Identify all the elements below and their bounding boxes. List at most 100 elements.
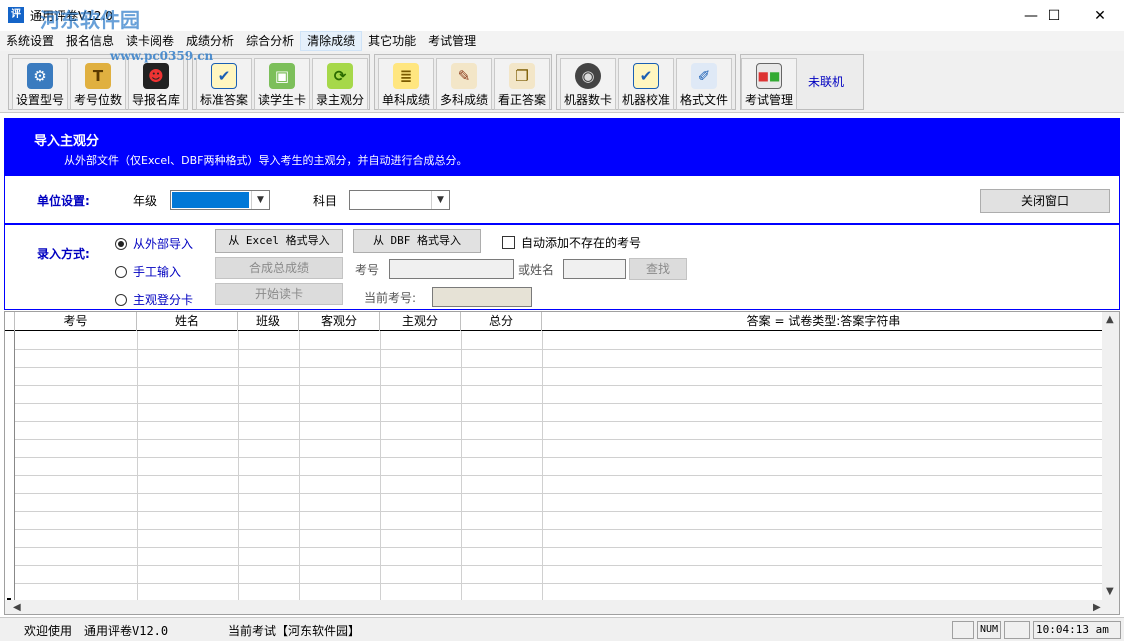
menu-system[interactable]: 系统设置 bbox=[0, 31, 60, 51]
radio-external-import[interactable]: 从外部导入 bbox=[115, 235, 193, 252]
column-divider bbox=[461, 331, 462, 601]
checkbox-icon: ✔ bbox=[633, 63, 659, 89]
machine-calibrate-button[interactable]: ✔ 机器校准 bbox=[618, 58, 674, 110]
toolbar-group-answers: ✔ 标准答案 ▣ 读学生卡 ⟳ 录主观分 bbox=[192, 54, 370, 110]
menu-clear-scores[interactable]: 清除成绩 bbox=[300, 31, 363, 51]
status-num-lock: NUM bbox=[977, 621, 1001, 639]
table-header: 考号 姓名 班级 客观分 主观分 总分 答案 = 试卷类型:答案字符串 bbox=[5, 312, 1105, 331]
close-button[interactable]: ✕ bbox=[1077, 0, 1123, 31]
standard-answer-button[interactable]: ✔ 标准答案 bbox=[196, 58, 252, 110]
exam-no-input[interactable] bbox=[389, 259, 514, 279]
import-dbf-button[interactable]: 从 DBF 格式导入 bbox=[353, 229, 481, 253]
table-row bbox=[15, 457, 1105, 458]
table-row bbox=[15, 565, 1105, 566]
machine-count-button[interactable]: ◉ 机器数卡 bbox=[560, 58, 616, 110]
menu-registration[interactable]: 报名信息 bbox=[60, 31, 120, 51]
import-registration-button[interactable]: ☻ 导报名库 bbox=[128, 58, 184, 110]
card-read-icon: ▣ bbox=[269, 63, 295, 89]
table-row bbox=[15, 349, 1105, 350]
menu-read-card[interactable]: 读卡阅卷 bbox=[120, 31, 180, 51]
start-read-card-button[interactable]: 开始读卡 bbox=[215, 283, 343, 305]
watermark: 河东软件园 bbox=[40, 8, 140, 32]
exam-no-label: 考号 bbox=[355, 263, 380, 277]
toolbar-group-scores: ≣ 单科成绩 ✎ 多科成绩 ❐ 看正答案 bbox=[374, 54, 552, 110]
scroll-down-icon[interactable]: ▼ bbox=[1106, 586, 1114, 597]
subject-label: 科目 bbox=[313, 194, 338, 208]
maximize-button[interactable]: ☐ bbox=[1031, 0, 1077, 31]
single-subject-button[interactable]: ≣ 单科成绩 bbox=[378, 58, 434, 110]
column-header[interactable]: 考号 bbox=[15, 312, 137, 331]
refresh-icon: ⟳ bbox=[327, 63, 353, 89]
current-exam-no-field bbox=[432, 287, 532, 307]
settings-scanner-icon: ⚙ bbox=[27, 63, 53, 89]
column-divider bbox=[542, 331, 543, 601]
grid-icon: ■ ■ bbox=[756, 63, 782, 89]
scroll-up-icon[interactable]: ▲ bbox=[1106, 314, 1114, 325]
name-input[interactable] bbox=[563, 259, 626, 279]
connection-status: 未联机 bbox=[808, 75, 845, 89]
chevron-down-icon: ▼ bbox=[251, 191, 269, 209]
menu-exam-management[interactable]: 考试管理 bbox=[422, 31, 482, 51]
current-exam-no-label: 当前考号: bbox=[364, 291, 417, 305]
column-header[interactable]: 班级 bbox=[238, 312, 299, 331]
column-header[interactable]: 总分 bbox=[461, 312, 542, 331]
status-clock: 10:04:13 am bbox=[1033, 621, 1121, 639]
app-icon: 评 bbox=[8, 7, 24, 23]
menu-other[interactable]: 其它功能 bbox=[362, 31, 422, 51]
radio-manual-input[interactable]: 手工输入 bbox=[115, 263, 181, 280]
table-row bbox=[15, 403, 1105, 404]
table-row bbox=[15, 385, 1105, 386]
column-header[interactable]: 客观分 bbox=[299, 312, 380, 331]
status-current-exam: 当前考试【河东软件园】 bbox=[228, 624, 361, 638]
pencil-icon: ✐ bbox=[691, 63, 717, 89]
exam-digits-button[interactable]: T 考号位数 bbox=[70, 58, 126, 110]
table-row bbox=[15, 367, 1105, 368]
table-row bbox=[15, 547, 1105, 548]
auto-add-checkbox[interactable]: 自动添加不存在的考号 bbox=[502, 234, 641, 251]
checkbox-box bbox=[502, 236, 515, 249]
toolbar-group-exam: ■ ■ 考试管理 bbox=[740, 54, 864, 110]
column-header[interactable]: 姓名 bbox=[137, 312, 238, 331]
reel-icon: ◉ bbox=[575, 63, 601, 89]
import-excel-button[interactable]: 从 Excel 格式导入 bbox=[215, 229, 343, 253]
close-window-button[interactable]: 关闭窗口 bbox=[980, 189, 1110, 213]
multi-subject-button[interactable]: ✎ 多科成绩 bbox=[436, 58, 492, 110]
scroll-right-icon[interactable]: ▶ bbox=[1093, 602, 1101, 613]
enter-subjective-button[interactable]: ⟳ 录主观分 bbox=[312, 58, 368, 110]
format-file-button[interactable]: ✐ 格式文件 bbox=[676, 58, 732, 110]
column-divider bbox=[299, 331, 300, 601]
unit-settings-panel: 单位设置: 年级 ▼ 科目 ▼ 关闭窗口 bbox=[4, 176, 1120, 224]
subject-select[interactable]: ▼ bbox=[349, 190, 450, 210]
radio-subjective-card[interactable]: 主观登分卡 bbox=[115, 291, 193, 308]
column-header[interactable]: 答案 = 试卷类型:答案字符串 bbox=[542, 312, 1105, 331]
column-header[interactable]: 主观分 bbox=[380, 312, 461, 331]
find-button[interactable]: 查找 bbox=[629, 258, 687, 280]
exam-management-button[interactable]: ■ ■ 考试管理 bbox=[741, 58, 797, 110]
status-welcome: 欢迎使用 bbox=[24, 624, 73, 638]
combine-total-button[interactable]: 合成总成绩 bbox=[215, 257, 343, 279]
pen-paper-icon: ✎ bbox=[451, 63, 477, 89]
column-divider bbox=[380, 331, 381, 601]
status-bar: 欢迎使用 通用评卷V12.0 当前考试【河东软件园】 NUM 10:04:13 … bbox=[0, 617, 1124, 641]
view-answers-button[interactable]: ❐ 看正答案 bbox=[494, 58, 550, 110]
toolbar-group-machine: ◉ 机器数卡 ✔ 机器校准 ✐ 格式文件 bbox=[556, 54, 736, 110]
table-row bbox=[15, 529, 1105, 530]
table-row bbox=[15, 493, 1105, 494]
grade-select[interactable]: ▼ bbox=[170, 190, 270, 210]
horizontal-scrollbar[interactable]: ◀ ▶ bbox=[5, 600, 1119, 614]
grade-label: 年级 bbox=[133, 194, 158, 208]
document-icon: ≣ bbox=[393, 63, 419, 89]
status-caps-box bbox=[952, 621, 974, 639]
menu-bar: 系统设置 报名信息 读卡阅卷 成绩分析 综合分析 清除成绩 其它功能 考试管理 bbox=[0, 31, 1124, 51]
status-scroll-box bbox=[1004, 621, 1030, 639]
score-table[interactable]: 考号 姓名 班级 客观分 主观分 总分 答案 = 试卷类型:答案字符串 ▲ ▼ … bbox=[4, 311, 1120, 615]
table-row bbox=[15, 475, 1105, 476]
menu-score-analysis[interactable]: 成绩分析 bbox=[180, 31, 240, 51]
status-app-version: 通用评卷V12.0 bbox=[84, 624, 169, 638]
menu-overall-analysis[interactable]: 综合分析 bbox=[240, 31, 300, 51]
read-student-card-button[interactable]: ▣ 读学生卡 bbox=[254, 58, 310, 110]
scroll-left-icon[interactable]: ◀ bbox=[13, 602, 21, 613]
vertical-scrollbar[interactable]: ▲ ▼ bbox=[1102, 312, 1119, 600]
set-model-button[interactable]: ⚙ 设置型号 bbox=[12, 58, 68, 110]
input-mode-label: 录入方式: bbox=[37, 247, 90, 261]
